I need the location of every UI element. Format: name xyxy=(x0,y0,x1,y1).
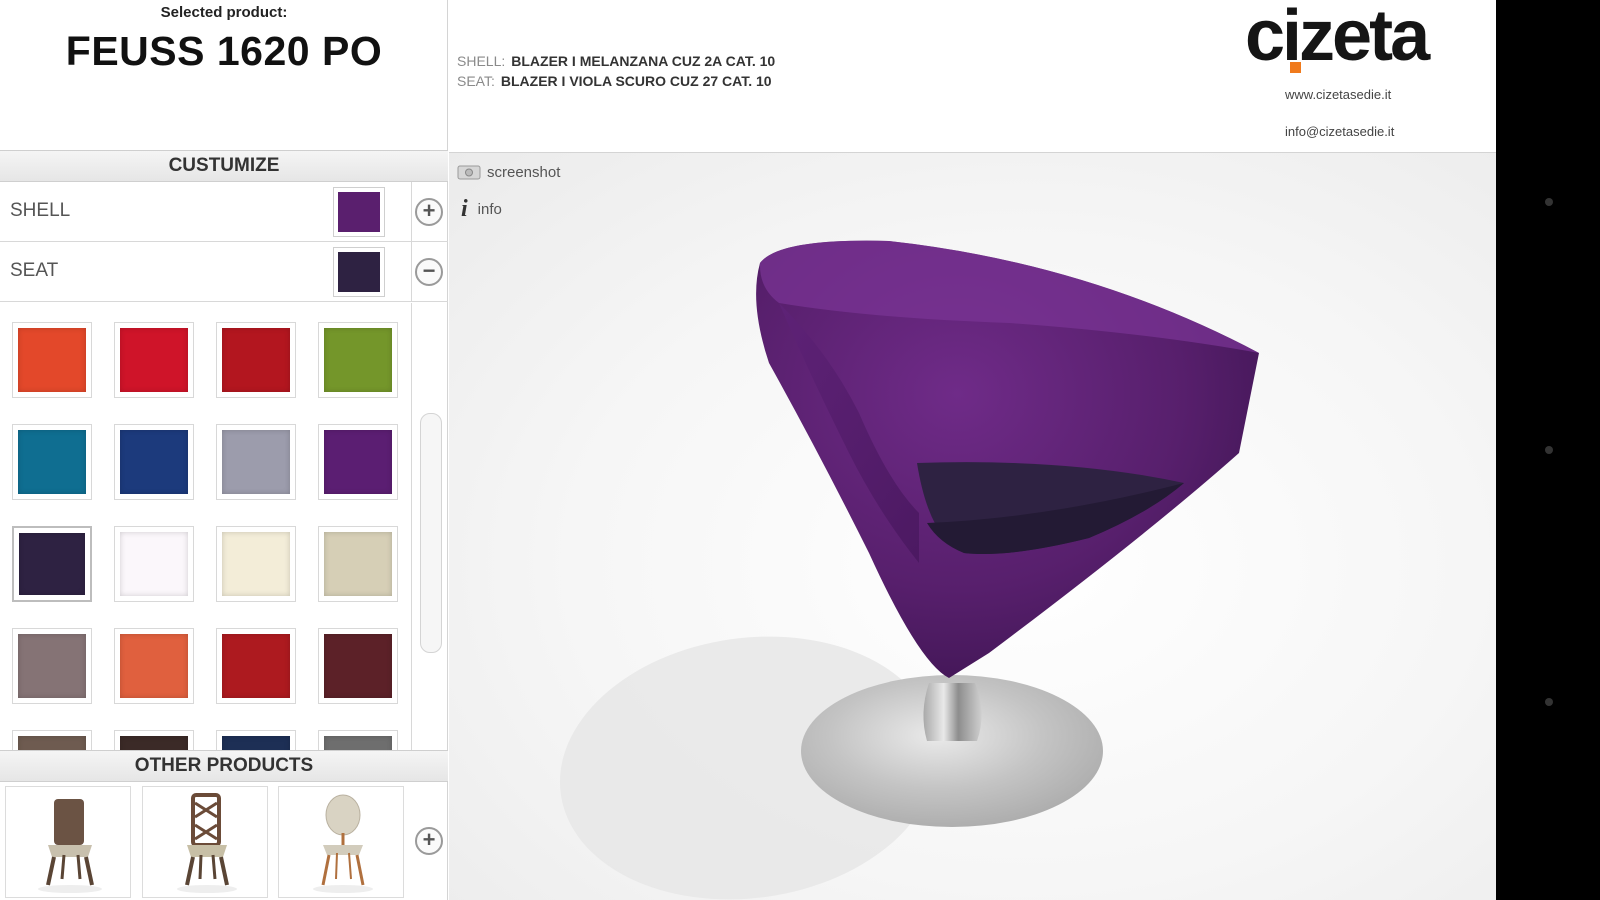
3d-viewer[interactable]: screenshot i info xyxy=(449,153,1496,900)
product-thumbnail-oval-back-chair[interactable] xyxy=(278,786,404,898)
screenshot-label: screenshot xyxy=(487,163,561,181)
option-label-shell: SHELL xyxy=(10,200,71,221)
expand-plus-button[interactable]: + xyxy=(415,198,443,226)
brown-chair-image xyxy=(38,799,102,893)
nav-dot[interactable] xyxy=(1545,198,1553,206)
shell-color-swatch[interactable] xyxy=(333,187,385,237)
screenshot-button[interactable]: screenshot xyxy=(457,162,560,182)
product-title: FEUSS 1620 PO xyxy=(65,28,383,74)
color-swatch[interactable] xyxy=(318,526,398,602)
product-thumbnail-lattice-back-chair[interactable] xyxy=(142,786,268,898)
color-palette xyxy=(0,303,412,750)
color-swatch[interactable] xyxy=(12,526,92,602)
shell-spec-value: BLAZER I MELANZANA CUZ 2A CAT. 10 xyxy=(511,53,776,69)
more-products-plus-button[interactable]: + xyxy=(415,827,443,855)
color-swatch[interactable] xyxy=(216,628,296,704)
palette-scrollbar[interactable] xyxy=(420,413,442,653)
lattice-chair-image xyxy=(177,793,237,893)
option-row-seat[interactable]: SEAT − xyxy=(0,242,448,302)
website-link[interactable]: www.cizetasedie.it xyxy=(1285,87,1391,102)
seat-spec-value: BLAZER I VIOLA SCURO CUZ 27 CAT. 10 xyxy=(500,73,772,89)
selected-product-caption: Selected product: xyxy=(160,4,288,21)
color-swatch[interactable] xyxy=(216,526,296,602)
color-swatch[interactable] xyxy=(216,322,296,398)
info-button[interactable]: i info xyxy=(461,195,502,222)
color-swatch[interactable] xyxy=(114,424,194,500)
color-swatch[interactable] xyxy=(12,730,92,750)
color-swatch[interactable] xyxy=(12,322,92,398)
color-swatch[interactable] xyxy=(216,424,296,500)
color-swatch[interactable] xyxy=(12,628,92,704)
option-row-shell[interactable]: SHELL + xyxy=(0,182,448,242)
info-icon: i xyxy=(461,195,468,222)
option-label-seat: SEAT xyxy=(10,260,59,281)
customize-header: CUSTUMIZE xyxy=(0,150,448,182)
color-swatch[interactable] xyxy=(114,730,194,750)
color-swatch[interactable] xyxy=(318,322,398,398)
nav-dot[interactable] xyxy=(1545,698,1553,706)
seat-color-swatch[interactable] xyxy=(333,247,385,297)
color-swatch[interactable] xyxy=(114,526,194,602)
seat-spec-key: SEAT: xyxy=(457,73,495,89)
logo-accent-dot xyxy=(1290,62,1301,73)
product-thumbnail-brown-chair[interactable] xyxy=(5,786,131,898)
right-panel: SHELL: BLAZER I MELANZANA CUZ 2A CAT. 10 … xyxy=(449,0,1496,900)
selected-product-header: Selected product: FEUSS 1620 PO xyxy=(0,0,448,150)
left-panel: Selected product: FEUSS 1620 PO CUSTUMIZ… xyxy=(0,0,448,900)
color-swatch[interactable] xyxy=(12,424,92,500)
chair-3d-model[interactable] xyxy=(449,153,1496,900)
oval-chair-image xyxy=(313,794,373,893)
collapse-minus-button[interactable]: − xyxy=(415,258,443,286)
seat-spec: SEAT: BLAZER I VIOLA SCURO CUZ 27 CAT. 10 xyxy=(457,73,772,89)
color-swatch[interactable] xyxy=(318,424,398,500)
product-info-header: SHELL: BLAZER I MELANZANA CUZ 2A CAT. 10 … xyxy=(449,0,1496,153)
color-swatch[interactable] xyxy=(114,628,194,704)
color-swatch[interactable] xyxy=(318,730,398,750)
color-swatch[interactable] xyxy=(216,730,296,750)
brand-logo: cizeta xyxy=(1245,0,1430,76)
other-products-list: + xyxy=(0,782,448,900)
color-swatch[interactable] xyxy=(114,322,194,398)
color-swatch[interactable] xyxy=(318,628,398,704)
shell-spec: SHELL: BLAZER I MELANZANA CUZ 2A CAT. 10 xyxy=(457,53,775,69)
shell-spec-key: SHELL: xyxy=(457,53,506,69)
other-products-header: OTHER PRODUCTS xyxy=(0,750,448,782)
info-label: info xyxy=(477,200,502,218)
app-window: Selected product: FEUSS 1620 PO CUSTUMIZ… xyxy=(0,0,1496,900)
nav-dot[interactable] xyxy=(1545,446,1553,454)
email-link[interactable]: info@cizetasedie.it xyxy=(1285,124,1394,139)
camera-icon xyxy=(457,165,481,180)
